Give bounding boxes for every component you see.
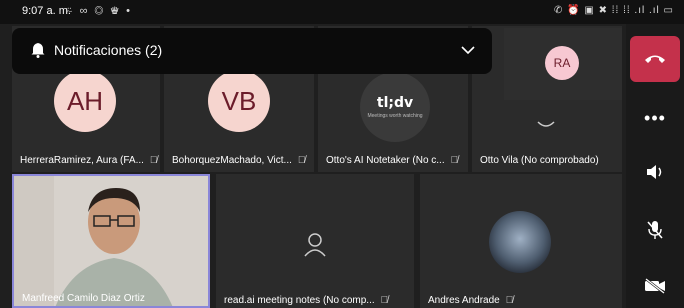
chevron-down-icon[interactable] [460, 42, 476, 58]
person-icon [537, 121, 555, 127]
status-left-icons: ⍨ ∞ ◎ ♛ • [66, 5, 133, 17]
participant-name-text: HerreraRamirez, Aura (FA... [20, 155, 144, 166]
mic-off-icon: 🎙̸ [149, 155, 158, 166]
person-icon [304, 233, 326, 257]
mic-off-icon: 🎙̸ [450, 155, 459, 166]
self-view[interactable]: RA [504, 28, 622, 100]
more-icon: ••• [644, 107, 666, 128]
participant-name-text: BohorquezMachado, Vict... [172, 155, 292, 166]
participant-name-text: Otto's AI Notetaker (No c... [326, 155, 445, 166]
mic-off-icon [647, 221, 663, 239]
participant-name: BohorquezMachado, Vict... 🎙̸ [172, 155, 305, 166]
speaker-icon [647, 165, 662, 179]
participant-name: Otto's AI Notetaker (No c... 🎙̸ [326, 155, 458, 166]
participant-name-text: read.ai meeting notes (No comp... [224, 295, 375, 306]
participant-name: Andres Andrade 🎙̸ [428, 295, 513, 306]
call-controls: ••• [626, 24, 684, 308]
logo-subtitle: Meetings worth watching [367, 113, 423, 119]
notification-label: Notificaciones (2) [54, 42, 163, 58]
participant-name: Otto Vila (No comprobado) [480, 155, 599, 166]
logo-title: tl;dv [376, 95, 414, 111]
camera-button[interactable] [630, 268, 680, 304]
mic-off-icon: 🎙̸ [505, 295, 514, 306]
video-feed [14, 176, 208, 306]
participant-tile-active[interactable]: Manfreed Camilo Diaz Ortiz [12, 174, 210, 308]
participant-tile[interactable]: read.ai meeting notes (No comp... 🎙̸ [216, 174, 414, 308]
tldv-logo: tl;dv Meetings worth watching [360, 72, 430, 142]
participant-name-text: Manfreed Camilo Diaz Ortiz [22, 293, 145, 304]
avatar: AH [54, 70, 116, 132]
avatar-initials: RA [553, 56, 571, 70]
participant-name: Manfreed Camilo Diaz Ortiz [22, 293, 145, 304]
status-time: 9:07 a. m. [22, 5, 71, 17]
bell-icon [31, 43, 45, 58]
participant-tile[interactable]: Andres Andrade 🎙̸ [420, 174, 622, 308]
participant-name-text: Andres Andrade [428, 295, 500, 306]
avatar [489, 211, 551, 273]
mic-off-icon: 🎙̸ [380, 295, 389, 306]
speaker-button[interactable] [630, 154, 680, 190]
avatar: RA [545, 46, 579, 80]
participant-name: read.ai meeting notes (No comp... 🎙̸ [224, 295, 388, 306]
avatar: VB [208, 70, 270, 132]
end-call-button[interactable] [630, 36, 680, 82]
status-bar: 9:07 a. m. ⍨ ∞ ◎ ♛ • ✆ ⏰ ▣ ✖ ⁞⁞ ⁞⁞ .ıl .… [0, 0, 684, 24]
mic-button[interactable] [630, 212, 680, 248]
avatar-initials: VB [221, 85, 257, 116]
notification-banner[interactable]: Notificaciones (2) [12, 28, 492, 74]
more-button[interactable]: ••• [630, 100, 680, 136]
phone-hangup-icon [645, 55, 665, 63]
camera-off-icon [645, 278, 665, 294]
mic-off-icon: 🎙̸ [297, 155, 306, 166]
participant-name: HerreraRamirez, Aura (FA... 🎙̸ [20, 155, 157, 166]
participant-name-text: Otto Vila (No comprobado) [480, 155, 599, 166]
avatar-initials: AH [66, 85, 104, 116]
status-right-icons: ✆ ⏰ ▣ ✖ ⁞⁞ ⁞⁞ .ıl .ıl ▭ [553, 5, 674, 16]
